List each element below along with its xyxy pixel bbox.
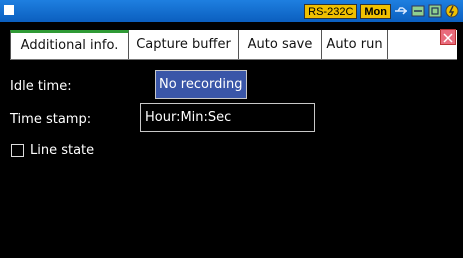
close-icon	[443, 33, 453, 43]
window-icon	[4, 5, 14, 15]
time-stamp-label: Time stamp:	[10, 112, 92, 127]
tab-additional-info[interactable]: Additional info.	[10, 30, 129, 59]
port-badge: RS-232C	[304, 3, 358, 19]
time-stamp-field[interactable]: Hour:Min:Sec	[140, 103, 315, 132]
app-window: RS-232C Mon Additional info. Capture buf…	[0, 0, 463, 258]
status-icons: RS-232C Mon	[304, 3, 459, 19]
line-state-label: Line state	[30, 143, 95, 158]
tab-auto-save[interactable]: Auto save	[239, 30, 322, 59]
power-icon	[445, 4, 459, 18]
status-bar: RS-232C Mon	[0, 0, 463, 22]
network-icon	[411, 5, 425, 17]
idle-time-field[interactable]: No recording	[155, 70, 247, 99]
tab-bar: Additional info. Capture buffer Auto sav…	[10, 30, 457, 60]
line-state-checkbox[interactable]	[11, 144, 24, 157]
mode-badge: Mon	[360, 3, 391, 19]
tab-capture-buffer[interactable]: Capture buffer	[129, 30, 239, 59]
usb-icon	[395, 7, 408, 15]
card-icon	[428, 4, 442, 18]
close-button[interactable]	[440, 29, 456, 45]
idle-time-label: Idle time:	[10, 79, 72, 94]
tab-auto-run[interactable]: Auto run	[322, 30, 388, 59]
